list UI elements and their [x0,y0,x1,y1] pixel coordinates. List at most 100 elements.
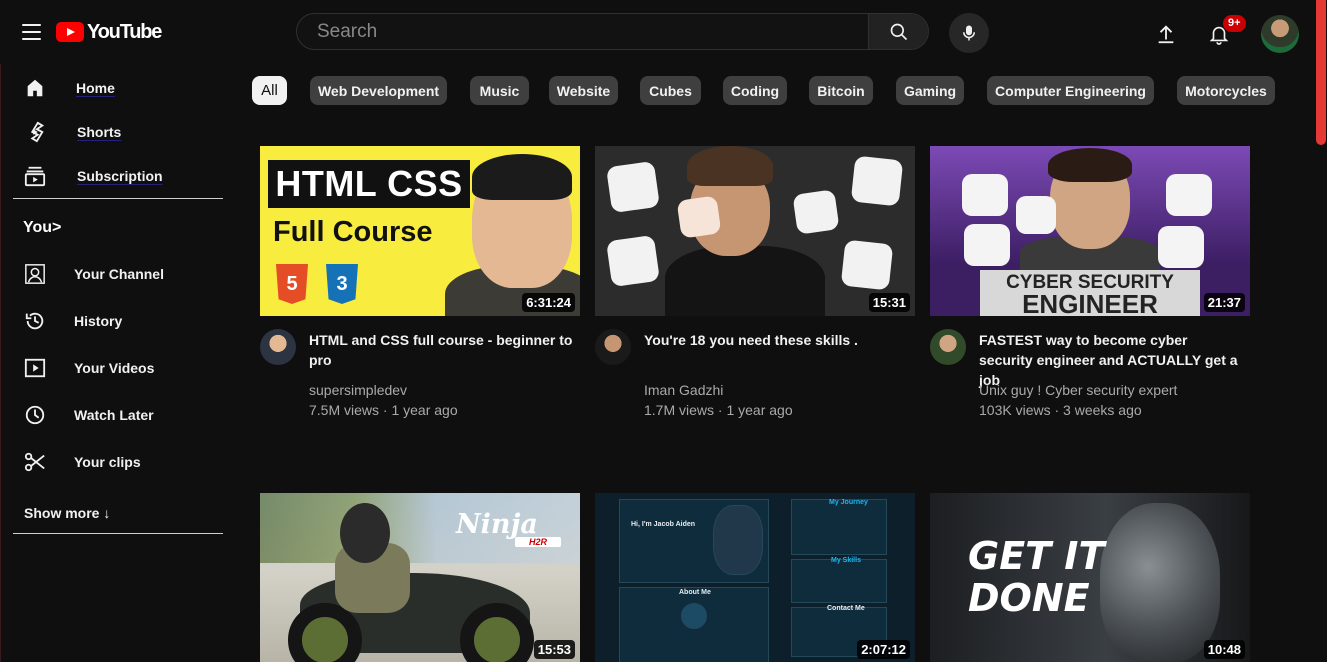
video-title[interactable]: HTML and CSS full course - beginner to p… [309,330,574,370]
fitness-icon [792,189,840,235]
video-card[interactable]: Hi, I'm Jacob Aiden About Me My Journey … [595,493,915,662]
chip-music[interactable]: Music [470,76,529,105]
channel-avatar[interactable] [260,329,296,365]
sidebar-item-your-clips[interactable]: Your clips [13,442,223,482]
video-thumbnail[interactable]: Ninja H2R 15:53 [260,493,580,662]
thumbnail-line1: GET IT [968,534,1105,578]
chip-website[interactable]: Website [549,76,618,105]
chip-bitcoin[interactable]: Bitcoin [809,76,873,105]
tryhackme-icon [1158,226,1204,268]
youtube-play-icon [56,22,84,42]
chip-cubes[interactable]: Cubes [640,76,701,105]
thumbnail-line2: DONE [968,576,1090,620]
sidebar-item-subscription[interactable]: Subscription [13,156,223,196]
mock-skills-section [791,559,887,603]
sidebar-item-label: Shorts [77,124,122,140]
chip-motorcycles[interactable]: Motorcycles [1177,76,1275,105]
video-title[interactable]: You're 18 you need these skills . [644,330,909,350]
video-thumbnail[interactable]: Hi, I'm Jacob Aiden About Me My Journey … [595,493,915,662]
video-card[interactable]: HTML CSS Full Course 5 3 6:31:24 HTML an… [260,146,580,426]
thumbnail-line2: ENGINEER [1022,289,1158,316]
voice-search-button[interactable] [949,13,989,53]
presenter-hair [687,146,773,186]
sidebar-divider [13,198,223,199]
thumbnail-face [1100,503,1220,662]
chip-computer-engineering[interactable]: Computer Engineering [987,76,1154,105]
sidebar-item-your-channel[interactable]: Your Channel [13,254,223,294]
menu-icon[interactable] [22,24,41,40]
avatar[interactable] [1261,15,1299,53]
sidebar-item-your-videos[interactable]: Your Videos [13,348,223,388]
logo-text: YouTube [87,20,162,43]
sidebar-item-label: History [74,313,123,329]
microphone-icon [963,25,975,41]
book-icon [676,195,722,239]
top-bar: YouTube 9+ [0,0,1327,64]
thumbnail-headline: CYBER SECURITY ENGINEER [980,270,1200,316]
css3-icon: 3 [326,264,358,304]
rider-helmet [340,503,390,563]
history-icon [23,309,47,333]
video-thumbnail[interactable]: 15:31 [595,146,915,316]
video-card[interactable]: GET IT DONE 10:48 [930,493,1250,662]
sidebar-item-history[interactable]: History [13,301,223,341]
video-card[interactable]: CYBER SECURITY ENGINEER 21:37 FASTEST wa… [930,146,1250,426]
sidebar-item-home[interactable]: Home [13,68,223,108]
chip-coding[interactable]: Coding [723,76,787,105]
video-thumbnail[interactable]: HTML CSS Full Course 5 3 6:31:24 [260,146,580,316]
chip-web-development[interactable]: Web Development [310,76,447,105]
video-duration: 10:48 [1203,640,1245,659]
search-icon [890,23,907,40]
create-button[interactable] [1152,20,1180,48]
channel-avatar[interactable] [595,329,631,365]
video-duration: 2:07:12 [857,640,910,659]
mock-contact-text: Contact Me [827,605,865,612]
sidebar-item-label: Subscription [77,168,163,184]
upload-icon [1158,25,1174,44]
user-icon [23,262,47,286]
channel-name[interactable]: Iman Gadzhi [644,382,723,398]
mock-hero-text: Hi, I'm Jacob Aiden [631,521,696,528]
scrollbar[interactable] [1315,0,1327,662]
presenter-hair [472,154,572,200]
search-button[interactable] [868,14,928,49]
channel-avatar[interactable] [930,329,966,365]
scissors-icon [23,450,47,474]
mock-skills-text: My Skills [831,557,861,564]
video-card[interactable]: Ninja H2R 15:53 [260,493,580,662]
show-more-button[interactable]: Show more ↓ [24,505,110,521]
sidebar-divider [13,533,223,534]
you-section-heading[interactable]: You> [23,219,61,237]
sidebar-item-label: Watch Later [74,407,154,423]
owasp-icon [1016,196,1056,234]
aws-icon [962,174,1008,216]
search-input[interactable] [297,14,868,49]
sidebar-item-label: Your clips [74,454,141,470]
youtube-logo[interactable]: YouTube [56,20,162,43]
video-title[interactable]: FASTEST way to become cyber security eng… [979,330,1244,390]
shorts-icon [23,120,47,144]
mock-avatar [681,603,707,629]
channel-name[interactable]: Unix guy ! Cyber security expert [979,382,1177,398]
channel-name[interactable]: supersimpledev [309,382,407,398]
sidebar-item-watch-later[interactable]: Watch Later [13,395,223,435]
clock-icon [23,403,47,427]
video-thumbnail[interactable]: CYBER SECURITY ENGINEER 21:37 [930,146,1250,316]
chip-all[interactable]: All [252,76,287,105]
video-duration: 21:37 [1203,293,1245,312]
scrollbar-thumb[interactable] [1316,0,1326,145]
subscriptions-icon [23,164,47,188]
video-duration: 6:31:24 [522,293,575,312]
presenter-hair [1048,148,1132,182]
video-stats: 1.7M views · 1 year ago [644,402,793,418]
news-icon [840,239,894,291]
video-duration: 15:31 [868,293,910,312]
video-thumbnail[interactable]: GET IT DONE 10:48 [930,493,1250,662]
sidebar-item-shorts[interactable]: Shorts [13,112,223,152]
chip-gaming[interactable]: Gaming [896,76,964,105]
mock-portrait [713,505,763,575]
thumbnail-brand: Ninja [456,509,538,540]
mock-about-text: About Me [679,589,711,596]
video-card[interactable]: 15:31 You're 18 you need these skills . … [595,146,915,426]
search-box [296,13,929,50]
